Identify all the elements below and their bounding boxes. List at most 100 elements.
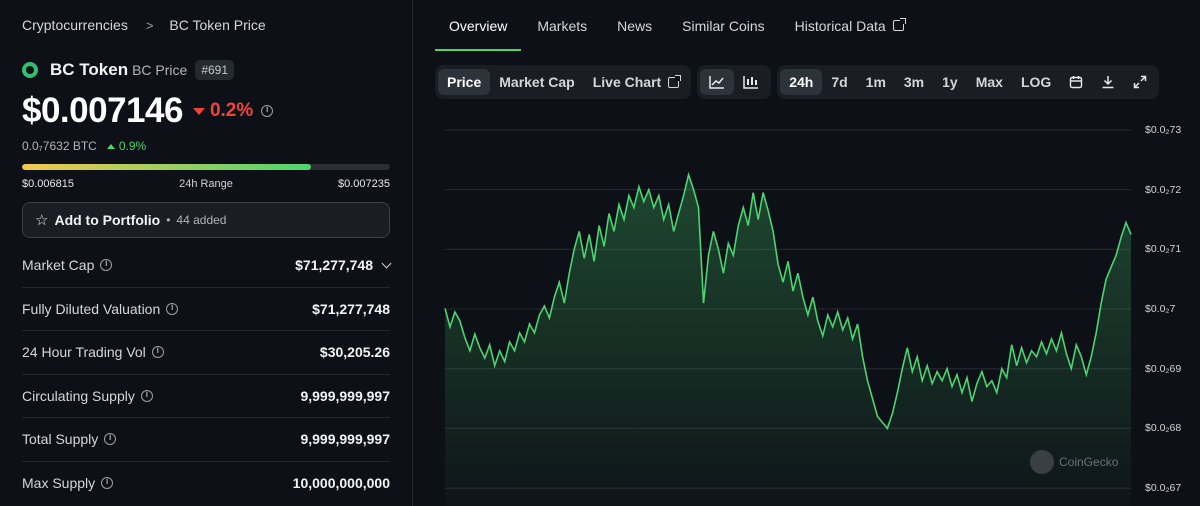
price-button[interactable]: Price	[438, 69, 491, 95]
stat-label: 24 Hour Trading Vol	[22, 344, 146, 361]
candlestick-button[interactable]	[734, 69, 768, 95]
range-labels: $0.006815 24h Range $0.007235	[22, 178, 390, 192]
breadcrumb-separator: >	[145, 17, 154, 33]
btc-change: 0.9%	[106, 139, 147, 153]
chart-panel: Overview Markets News Similar Coins Hist…	[413, 0, 1200, 506]
range-3m-button[interactable]: 3m	[895, 69, 933, 95]
range-1y-button[interactable]: 1y	[933, 69, 967, 95]
price-area	[445, 174, 1131, 506]
stat-value: $71,277,748	[312, 300, 390, 317]
chevron-down-icon[interactable]	[381, 258, 392, 269]
price-change-value: 0.2%	[209, 100, 254, 121]
range-low: $0.006815	[22, 178, 74, 190]
range-label: 24h Range	[179, 178, 233, 190]
download-button[interactable]	[1092, 69, 1124, 95]
price-row: $0.007146 0.2%	[22, 90, 390, 132]
chart-type-group: Price Market Cap Live Chart	[435, 65, 692, 99]
star-icon: ☆	[35, 212, 49, 229]
stat-label: Max Supply	[22, 475, 96, 492]
info-icon[interactable]	[261, 104, 274, 117]
calendar-button[interactable]	[1060, 69, 1092, 95]
stat-market-cap: Market Cap $71,277,748	[22, 244, 392, 288]
info-icon[interactable]	[166, 302, 179, 315]
breadcrumb: Cryptocurrencies > BC Token Price	[22, 0, 390, 50]
info-icon[interactable]	[140, 389, 153, 402]
tab-news[interactable]: News	[617, 0, 652, 51]
coingecko-logo-icon	[1030, 450, 1054, 474]
info-icon[interactable]	[151, 345, 164, 359]
stat-label: Total Supply	[22, 431, 99, 448]
y-axis-label: $0.0₂67	[1145, 482, 1182, 495]
range-7d-button[interactable]: 7d	[822, 69, 856, 95]
info-icon[interactable]	[101, 476, 114, 490]
candlestick-icon	[743, 76, 759, 89]
down-triangle-icon	[192, 107, 205, 115]
range-24h-button[interactable]: 24h	[780, 69, 823, 95]
y-axis-label: $0.0₂69	[1145, 362, 1182, 375]
y-axis-label: $0.0₂72	[1145, 183, 1182, 196]
y-axis-label: $0.0₂73	[1145, 123, 1182, 136]
current-price: $0.007146	[22, 91, 183, 130]
calendar-icon	[1070, 76, 1083, 89]
price-chart-svg	[444, 129, 1132, 506]
coin-header: BC Token BC Price #691	[22, 56, 390, 84]
coingecko-watermark: CoinGecko	[1030, 450, 1118, 474]
stat-value: 9,999,999,997	[300, 387, 390, 404]
stat-value: 9,999,999,997	[300, 431, 390, 448]
live-chart-button[interactable]: Live Chart	[584, 69, 688, 95]
fullscreen-button[interactable]	[1124, 69, 1156, 95]
range-max-button[interactable]: Max	[967, 69, 1012, 95]
btc-change-value: 0.9%	[118, 139, 147, 153]
portfolio-separator: •	[166, 213, 171, 227]
tab-historical-data[interactable]: Historical Data	[795, 0, 906, 51]
download-icon	[1102, 76, 1114, 89]
portfolio-label: Add to Portfolio	[54, 212, 161, 228]
coin-summary-panel: Cryptocurrencies > BC Token Price BC Tok…	[0, 0, 412, 506]
range-bar	[22, 164, 390, 170]
chart-toolbar: Price Market Cap Live Chart 24h 7d 1m 3m…	[435, 65, 1200, 99]
line-chart-icon	[709, 76, 725, 89]
breadcrumb-current: BC Token Price	[169, 17, 266, 33]
y-axis-label: $0.0₂68	[1145, 422, 1182, 435]
btc-price-row: 0.0₇7632 BTC 0.9%	[22, 138, 390, 154]
range-1m-button[interactable]: 1m	[857, 69, 895, 95]
chart-style-group	[697, 65, 772, 99]
line-chart-button[interactable]	[700, 69, 735, 95]
live-chart-label: Live Chart	[592, 74, 662, 90]
time-range-group: 24h 7d 1m 3m 1y Max LOG	[777, 65, 1160, 99]
info-icon[interactable]	[100, 258, 113, 272]
breadcrumb-cryptocurrencies[interactable]: Cryptocurrencies	[22, 17, 128, 33]
up-triangle-icon	[106, 143, 115, 149]
btc-price: 0.0₇7632 BTC	[22, 139, 97, 153]
stat-value: $30,205.26	[319, 344, 390, 361]
coin-logo-icon	[22, 62, 38, 78]
price-change: 0.2%	[192, 100, 254, 122]
portfolio-count: 44 added	[176, 213, 227, 227]
stat-value: $71,277,748	[295, 257, 373, 274]
log-button[interactable]: LOG	[1012, 69, 1060, 95]
external-link-icon	[892, 18, 906, 31]
range-bar-fill	[22, 164, 312, 170]
add-to-portfolio-button[interactable]: ☆ Add to Portfolio • 44 added	[22, 202, 390, 238]
external-link-icon	[668, 74, 682, 88]
stat-max-supply: Max Supply 10,000,000,000	[22, 462, 390, 506]
tab-overview[interactable]: Overview	[435, 0, 522, 51]
tab-markets[interactable]: Markets	[537, 0, 587, 51]
stat-value: 10,000,000,000	[292, 475, 390, 492]
stat-trading-vol: 24 Hour Trading Vol $30,205.26	[22, 331, 390, 375]
stat-label: Fully Diluted Valuation	[22, 300, 161, 317]
tab-bar: Overview Markets News Similar Coins Hist…	[413, 0, 1200, 51]
price-chart[interactable]: $0.0₂73 $0.0₂72 $0.0₂71 $0.0₂7 $0.0₂69 $0.0₂6…	[413, 110, 1200, 506]
stat-label: Circulating Supply	[22, 387, 135, 404]
y-axis-label: $0.0₂7	[1145, 303, 1176, 316]
stat-label: Market Cap	[22, 257, 95, 274]
stat-fdv: Fully Diluted Valuation $71,277,748	[22, 288, 390, 331]
coin-name: BC Token	[50, 60, 129, 79]
market-cap-button[interactable]: Market Cap	[490, 69, 583, 95]
info-icon[interactable]	[104, 432, 117, 446]
stat-circulating-supply: Circulating Supply 9,999,999,997	[22, 375, 390, 418]
tab-similar-coins[interactable]: Similar Coins	[682, 0, 764, 51]
stats-list: Market Cap $71,277,748 Fully Diluted Val…	[22, 244, 392, 506]
fullscreen-icon	[1134, 75, 1147, 89]
range-high: $0.007235	[337, 178, 390, 190]
